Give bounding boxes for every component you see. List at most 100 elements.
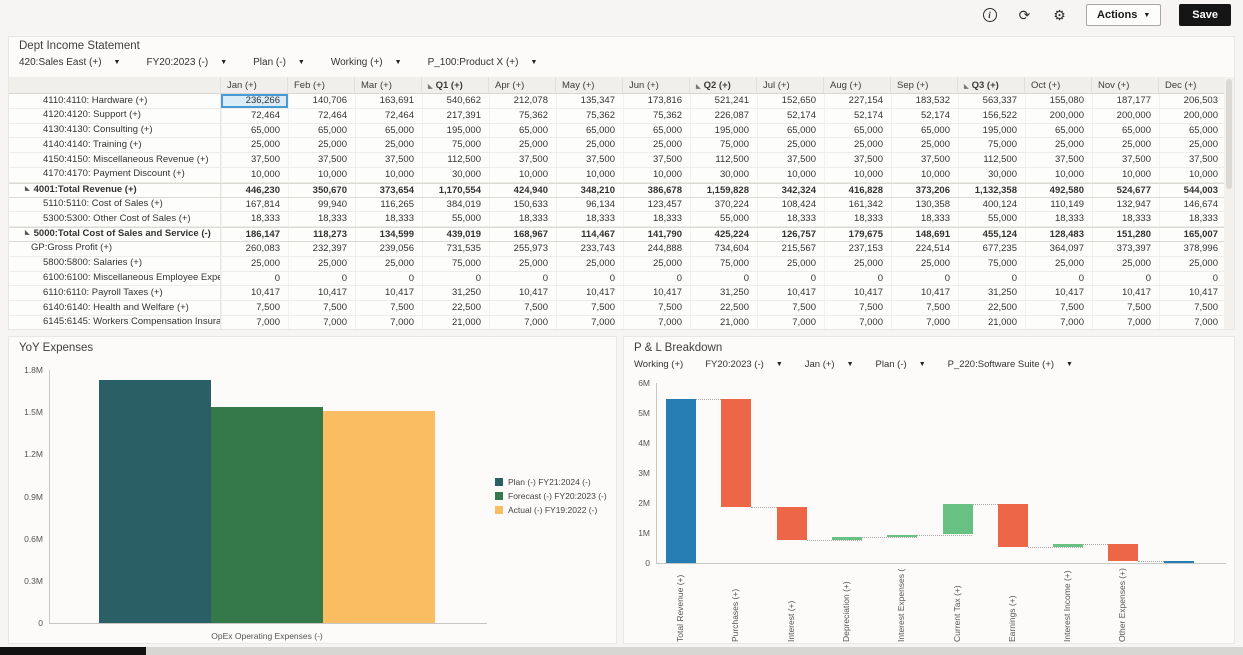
grid-cell[interactable]: 212,078: [489, 94, 556, 108]
waterfall-bar-total-revenue-[interactable]: [666, 399, 696, 563]
grid-cell[interactable]: 0: [1025, 272, 1092, 286]
grid-cell[interactable]: 75,362: [623, 109, 690, 123]
grid-cell[interactable]: 55,000: [422, 212, 489, 226]
column-header-jun[interactable]: Jun (+): [623, 77, 690, 93]
column-header-feb[interactable]: Feb (+): [288, 77, 355, 93]
grid-cell[interactable]: 364,097: [1025, 242, 1092, 256]
grid-cell[interactable]: 148,691: [891, 228, 958, 241]
grid-cell[interactable]: 183,532: [891, 94, 958, 108]
grid-cell[interactable]: 7,500: [355, 301, 422, 315]
grid-cell[interactable]: 200,000: [1025, 109, 1092, 123]
grid-cell[interactable]: 72,464: [221, 109, 288, 123]
grid-cell[interactable]: 150,633: [489, 198, 556, 212]
grid-cell[interactable]: 165,007: [1159, 228, 1226, 241]
grid-cell[interactable]: 1,159,828: [690, 184, 757, 197]
grid-cell[interactable]: 544,003: [1159, 184, 1226, 197]
grid-cell[interactable]: 10,000: [623, 168, 690, 182]
waterfall-bar-interest-income-[interactable]: [1053, 544, 1083, 547]
x-axis-label[interactable]: Other Expenses (+): [1117, 568, 1127, 642]
actions-button[interactable]: Actions ▼: [1086, 4, 1161, 26]
grid-cell[interactable]: 7,500: [757, 301, 824, 315]
pov-dropdown-0[interactable]: 420:Sales East (+)▼: [19, 57, 120, 68]
grid-cell[interactable]: 7,500: [1092, 301, 1159, 315]
grid-cell[interactable]: 7,000: [1159, 316, 1226, 330]
grid-cell[interactable]: 30,000: [690, 168, 757, 182]
column-header-nov[interactable]: Nov (+): [1092, 77, 1159, 93]
x-axis-label[interactable]: Total Revenue (+): [675, 568, 685, 642]
grid-cell[interactable]: 21,000: [422, 316, 489, 330]
grid-cell[interactable]: 10,000: [891, 168, 958, 182]
grid-cell[interactable]: 37,500: [623, 153, 690, 167]
grid-cell[interactable]: 206,503: [1159, 94, 1226, 108]
column-header-q1[interactable]: ◣Q1 (+): [422, 77, 489, 93]
grid-cell[interactable]: 400,124: [958, 198, 1025, 212]
grid-cell[interactable]: 0: [891, 272, 958, 286]
waterfall-bar-other-expenses-[interactable]: [1108, 544, 1138, 561]
grid-cell[interactable]: 521,241: [690, 94, 757, 108]
grid-cell[interactable]: 96,134: [556, 198, 623, 212]
grid-cell[interactable]: 342,324: [757, 184, 824, 197]
grid-cell[interactable]: 195,000: [690, 124, 757, 138]
grid-cell[interactable]: 31,250: [690, 286, 757, 300]
refresh-icon[interactable]: ⟳: [1016, 7, 1033, 24]
waterfall-bar-net-total[interactable]: [1164, 561, 1194, 563]
grid-cell[interactable]: 99,940: [288, 198, 355, 212]
grid-cell[interactable]: 30,000: [422, 168, 489, 182]
grid-cell[interactable]: 155,080: [1025, 94, 1092, 108]
grid-cell[interactable]: 7,500: [1159, 301, 1226, 315]
grid-cell[interactable]: 112,500: [958, 153, 1025, 167]
grid-cell[interactable]: 72,464: [355, 109, 422, 123]
grid-cell[interactable]: 255,973: [489, 242, 556, 256]
grid-cell[interactable]: 455,124: [958, 228, 1025, 241]
grid-cell[interactable]: 18,333: [221, 212, 288, 226]
save-button[interactable]: Save: [1179, 4, 1231, 26]
row-header[interactable]: 6110:6110: Payroll Taxes (+): [9, 286, 221, 300]
grid-cell[interactable]: 18,333: [1092, 212, 1159, 226]
grid-cell[interactable]: 373,654: [355, 184, 422, 197]
grid-vscroll-thumb[interactable]: [1226, 79, 1232, 189]
row-header[interactable]: 5800:5800: Salaries (+): [9, 257, 221, 271]
grid-cell[interactable]: 10,000: [355, 168, 422, 182]
column-header-q3[interactable]: ◣Q3 (+): [958, 77, 1025, 93]
grid-cell[interactable]: 1,170,554: [422, 184, 489, 197]
grid-cell[interactable]: 350,670: [288, 184, 355, 197]
grid-cell[interactable]: 65,000: [221, 124, 288, 138]
waterfall-bar-interest-expenses-[interactable]: [887, 535, 917, 538]
column-header-sep[interactable]: Sep (+): [891, 77, 958, 93]
grid-cell[interactable]: 21,000: [958, 316, 1025, 330]
grid-cell[interactable]: 18,333: [623, 212, 690, 226]
grid-cell[interactable]: 126,757: [757, 228, 824, 241]
grid-cell[interactable]: 0: [623, 272, 690, 286]
grid-cell[interactable]: 65,000: [489, 124, 556, 138]
column-header-apr[interactable]: Apr (+): [489, 77, 556, 93]
grid-cell[interactable]: 0: [1159, 272, 1226, 286]
grid-cell[interactable]: 233,743: [556, 242, 623, 256]
grid-cell[interactable]: 55,000: [958, 212, 1025, 226]
bar-actual[interactable]: [323, 411, 435, 623]
grid-cell[interactable]: 18,333: [489, 212, 556, 226]
grid-cell[interactable]: 37,500: [891, 153, 958, 167]
grid-cell[interactable]: 373,206: [891, 184, 958, 197]
grid-cell[interactable]: 135,347: [556, 94, 623, 108]
grid-cell[interactable]: 237,153: [824, 242, 891, 256]
grid-cell[interactable]: 195,000: [422, 124, 489, 138]
grid-cell[interactable]: 179,675: [824, 228, 891, 241]
grid-cell[interactable]: 25,000: [288, 257, 355, 271]
grid-cell[interactable]: 146,674: [1159, 198, 1226, 212]
grid-cell[interactable]: 10,000: [489, 168, 556, 182]
grid-cell[interactable]: 168,967: [489, 228, 556, 241]
grid-cell[interactable]: 65,000: [556, 124, 623, 138]
x-axis-label[interactable]: Current Tax (+): [952, 568, 962, 642]
grid-cell[interactable]: 18,333: [824, 212, 891, 226]
grid-cell[interactable]: 65,000: [1025, 124, 1092, 138]
grid-cell[interactable]: 10,000: [1025, 168, 1092, 182]
bar-forecast[interactable]: [211, 407, 323, 623]
pov-dropdown-1[interactable]: FY20:2023 (-)▼: [146, 57, 227, 68]
grid-cell[interactable]: 37,500: [489, 153, 556, 167]
grid-cell[interactable]: 492,580: [1025, 184, 1092, 197]
pov-dropdown-4[interactable]: P_100:Product X (+)▼: [428, 57, 538, 68]
grid-cell[interactable]: 200,000: [1092, 109, 1159, 123]
grid-cell[interactable]: 7,000: [489, 316, 556, 330]
grid-cell[interactable]: 123,457: [623, 198, 690, 212]
grid-cell[interactable]: 7,500: [288, 301, 355, 315]
